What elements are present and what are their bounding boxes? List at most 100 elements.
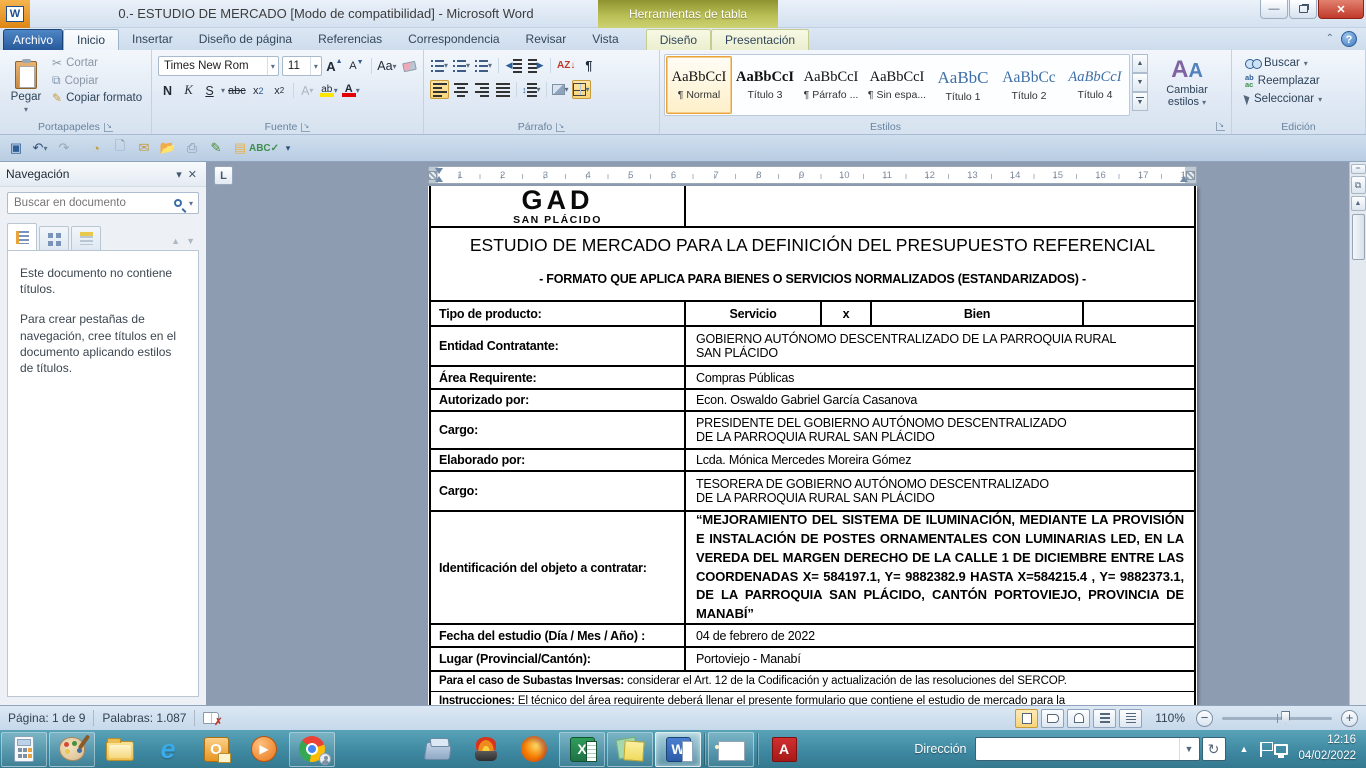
folder-favorites-icon[interactable]: ▤ bbox=[229, 138, 251, 159]
bullets-button[interactable]: ▾ bbox=[430, 56, 449, 75]
vertical-scrollbar[interactable]: ═ ⧉ ▲ bbox=[1349, 162, 1366, 705]
text-effects-button[interactable]: A▾ bbox=[298, 81, 317, 100]
bold-button[interactable]: N bbox=[158, 81, 177, 100]
change-case-button[interactable]: Aa▾ bbox=[377, 57, 397, 76]
styles-scroll-down[interactable]: ▼ bbox=[1132, 73, 1148, 92]
new-document-icon[interactable]: 🗋 bbox=[109, 138, 131, 159]
navigation-menu-icon[interactable]: ▾ bbox=[173, 168, 185, 181]
sort-button[interactable]: AZ↓ bbox=[556, 56, 576, 75]
help-icon[interactable]: ? bbox=[1341, 31, 1357, 47]
taskbar-scanner-icon[interactable] bbox=[415, 732, 461, 767]
nav-tab-headings[interactable] bbox=[7, 223, 37, 250]
underline-button[interactable]: S bbox=[200, 81, 219, 100]
align-center-button[interactable] bbox=[451, 80, 470, 99]
address-input[interactable] bbox=[976, 738, 1179, 760]
outline-view-button[interactable] bbox=[1093, 709, 1116, 728]
first-line-indent-marker[interactable] bbox=[435, 168, 443, 174]
paste-button[interactable]: Pegar ▾ bbox=[5, 54, 47, 120]
tab-inicio[interactable]: Inicio bbox=[63, 29, 119, 50]
clear-formatting-button[interactable] bbox=[400, 57, 419, 76]
qat-overflow-icon[interactable]: ▾ bbox=[277, 138, 299, 159]
justify-button[interactable] bbox=[493, 80, 512, 99]
word-count[interactable]: Palabras: 1.087 bbox=[102, 711, 186, 725]
zoom-in-icon[interactable]: + bbox=[1341, 710, 1358, 727]
search-icon[interactable] bbox=[174, 199, 182, 207]
align-left-button[interactable] bbox=[430, 80, 449, 99]
scrollbar-thumb[interactable] bbox=[1352, 214, 1365, 260]
superscript-button[interactable]: x2 bbox=[270, 81, 289, 100]
email-icon[interactable]: ✉ bbox=[133, 138, 155, 159]
split-handle[interactable]: ═ bbox=[1351, 164, 1366, 174]
scroll-up-icon[interactable]: ▲ bbox=[1351, 196, 1366, 211]
find-button[interactable]: Buscar▾ bbox=[1242, 56, 1365, 70]
grow-font-button[interactable]: A▲ bbox=[325, 57, 344, 76]
network-icon[interactable] bbox=[1274, 744, 1288, 755]
taskbar-calculator-icon[interactable] bbox=[1, 732, 47, 767]
edit-icon[interactable]: ✎ bbox=[205, 138, 227, 159]
increase-indent-button[interactable]: ▶ bbox=[526, 56, 545, 75]
change-styles-button[interactable]: AA Cambiar estilos ▾ bbox=[1156, 56, 1218, 109]
shrink-font-button[interactable]: A▼ bbox=[347, 57, 366, 76]
style-parrafo[interactable]: AaBbCcI¶ Párrafo ... bbox=[798, 56, 864, 114]
taskbar-chrome-icon[interactable] bbox=[289, 732, 335, 767]
shading-button[interactable]: ▾ bbox=[551, 80, 570, 99]
navigation-search-box[interactable]: ▾ bbox=[7, 192, 199, 214]
font-size-combo[interactable]: 11▾ bbox=[282, 56, 322, 76]
taskbar-grill-app-icon[interactable] bbox=[463, 732, 509, 767]
style-titulo-4[interactable]: AaBbCcITítulo 4 bbox=[1062, 56, 1128, 114]
show-hidden-icons-icon[interactable]: ▲ bbox=[1240, 744, 1249, 754]
nav-tab-pages[interactable] bbox=[39, 226, 69, 250]
proofing-errors-icon[interactable] bbox=[203, 712, 219, 724]
tab-vista[interactable]: Vista bbox=[579, 29, 631, 50]
select-button[interactable]: Seleccionar▾ bbox=[1242, 92, 1365, 106]
numbering-button[interactable]: ▾ bbox=[452, 56, 471, 75]
refresh-icon[interactable]: ↻ bbox=[1202, 737, 1226, 761]
tab-diseno-de-pagina[interactable]: Diseño de página bbox=[186, 29, 305, 50]
hanging-indent-marker[interactable] bbox=[435, 176, 443, 182]
horizontal-ruler[interactable]: 123456789101112131415161718 bbox=[428, 166, 1197, 184]
styles-dialog-launcher[interactable]: ↘ bbox=[1216, 122, 1225, 131]
borders-button[interactable]: ▾ bbox=[572, 80, 591, 99]
underline-dropdown-icon[interactable]: ▾ bbox=[221, 86, 225, 95]
styles-more-button[interactable]: ▼ bbox=[1132, 92, 1148, 111]
font-dialog-launcher[interactable]: ↘ bbox=[301, 123, 310, 132]
minimize-button[interactable]: — bbox=[1260, 0, 1288, 19]
subscript-button[interactable]: x2 bbox=[249, 81, 268, 100]
zoom-slider-thumb[interactable] bbox=[1281, 711, 1290, 725]
tab-archivo[interactable]: Archivo bbox=[3, 29, 63, 50]
print-preview-icon[interactable]: ◔ bbox=[85, 138, 107, 159]
quick-print-icon[interactable]: ⎙ bbox=[181, 138, 203, 159]
ruler-toggle-icon[interactable]: ⧉ bbox=[1351, 176, 1366, 194]
style-normal[interactable]: AaBbCcI¶ Normal bbox=[666, 56, 732, 114]
style-sin-espaciado[interactable]: AaBbCcI¶ Sin espa... bbox=[864, 56, 930, 114]
tab-referencias[interactable]: Referencias bbox=[305, 29, 395, 50]
line-spacing-button[interactable]: ↕▾ bbox=[521, 80, 542, 99]
taskbar-internet-explorer-icon[interactable]: e bbox=[145, 732, 191, 767]
search-input[interactable] bbox=[8, 197, 174, 209]
replace-button[interactable]: abacReemplazar bbox=[1242, 73, 1365, 89]
strikethrough-button[interactable]: abc bbox=[227, 81, 247, 100]
taskbar-firefox-icon[interactable] bbox=[511, 732, 557, 767]
tab-presentacion-tabla[interactable]: Presentación bbox=[711, 29, 809, 50]
tab-stop-selector[interactable]: L bbox=[214, 166, 233, 185]
navigation-close-icon[interactable]: ✕ bbox=[185, 168, 200, 181]
draft-view-button[interactable] bbox=[1119, 709, 1142, 728]
spelling-icon[interactable]: ABC✓ bbox=[253, 138, 275, 159]
redo-icon[interactable]: ↷ bbox=[53, 138, 75, 159]
taskbar-paint-icon[interactable] bbox=[49, 732, 95, 767]
paragraph-dialog-launcher[interactable]: ↘ bbox=[556, 123, 565, 132]
tab-insertar[interactable]: Insertar bbox=[119, 29, 186, 50]
taskbar-outlook-icon[interactable]: O bbox=[193, 732, 239, 767]
page-indicator[interactable]: Página: 1 de 9 bbox=[8, 711, 85, 725]
undo-icon[interactable]: ↶▾ bbox=[29, 138, 51, 159]
show-marks-button[interactable]: ¶ bbox=[579, 56, 598, 75]
taskbar-sticky-notes-icon[interactable] bbox=[607, 732, 653, 767]
next-heading-icon[interactable]: ▼ bbox=[186, 236, 199, 250]
address-input-box[interactable]: ▼ bbox=[975, 737, 1200, 761]
cut-button[interactable]: ✂Cortar bbox=[49, 55, 145, 71]
paste-dropdown-icon[interactable]: ▾ bbox=[24, 105, 28, 114]
action-center-flag-icon[interactable] bbox=[1260, 742, 1262, 757]
previous-heading-icon[interactable]: ▲ bbox=[171, 236, 184, 250]
nav-tab-results[interactable] bbox=[71, 226, 101, 250]
font-color-button[interactable]: A▾ bbox=[341, 81, 361, 100]
